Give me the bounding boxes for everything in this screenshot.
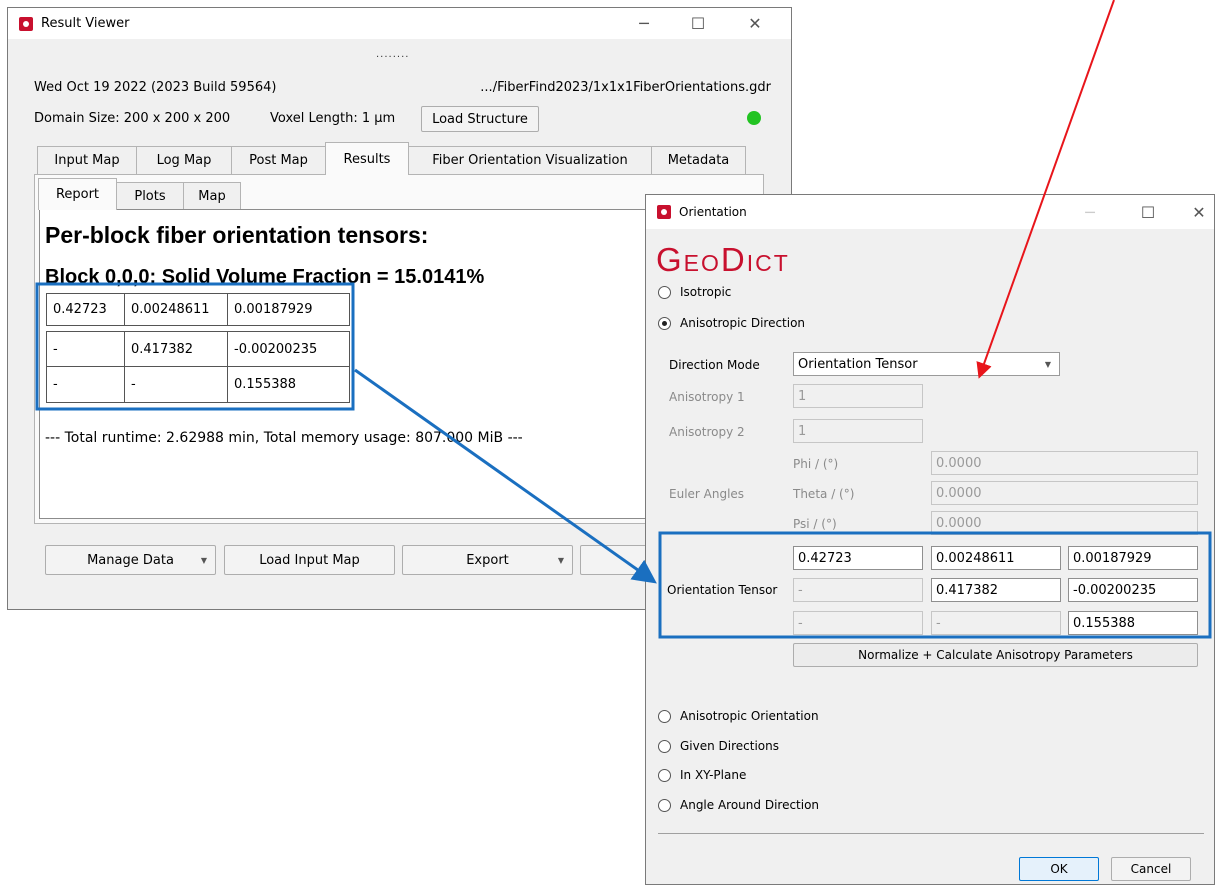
manage-data-button[interactable]: Manage Data ▼ [45,545,216,575]
tensor-cell-2-0: - [46,366,125,403]
tensor-field-2-1[interactable]: - [931,611,1061,635]
report-block-line: Block 0,0,0: Solid Volume Fraction = 15.… [45,266,485,288]
export-button[interactable]: Export ▼ [402,545,573,575]
theta-field[interactable]: 0.0000 [931,481,1198,505]
cancel-button[interactable]: Cancel [1111,857,1191,881]
tensor-cell-1-1: 0.417382 [124,331,228,367]
tensor-field-0-0[interactable]: 0.42723 [793,546,923,570]
direction-mode-value: Orientation Tensor [798,356,918,372]
tab-metadata[interactable]: Metadata [651,146,746,174]
orientation-tensor-label: Orientation Tensor [667,583,778,597]
tab-input-map[interactable]: Input Map [37,146,137,174]
theta-label: Theta / (°) [793,487,855,501]
dialog-title: Orientation [679,205,747,219]
tensor-cell-0-2: 0.00187929 [227,293,350,326]
tensor-field-0-1[interactable]: 0.00248611 [931,546,1061,570]
phi-label: Phi / (°) [793,457,839,471]
tab-log-map[interactable]: Log Map [136,146,232,174]
geodict-app-icon [657,205,671,219]
chevron-down-icon: ▼ [557,555,564,565]
maximize-icon[interactable]: ☐ [675,8,721,39]
minimize-icon[interactable]: ─ [1067,195,1113,229]
chevron-down-icon: ▼ [200,555,207,565]
direction-mode-select[interactable]: Orientation Tensor ▼ [793,352,1060,376]
domain-size-label: Domain Size: 200 x 200 x 200 [34,111,231,126]
radio-circle [658,316,671,330]
radio-isotropic-label: Isotropic [680,285,732,299]
psi-field[interactable]: 0.0000 [931,511,1198,535]
psi-label: Psi / (°) [793,517,837,531]
voxel-length-label: Voxel Length: 1 µm [270,111,396,126]
export-label: Export [466,552,509,568]
load-input-map-button[interactable]: Load Input Map [224,545,395,575]
date-build-label: Wed Oct 19 2022 (2023 Build 59564) [34,80,277,95]
radio-circle [658,285,671,299]
tensor-field-1-2[interactable]: -0.00200235 [1068,578,1198,602]
tab-post-map[interactable]: Post Map [231,146,326,174]
anisotropy1-label: Anisotropy 1 [669,390,745,404]
tensor-cell-1-0: - [46,331,125,367]
radio-anisotropic-direction[interactable]: Anisotropic Direction [658,316,805,330]
normalize-button[interactable]: Normalize + Calculate Anisotropy Paramet… [793,643,1198,667]
maximize-icon[interactable]: ☐ [1125,195,1171,229]
euler-angles-label: Euler Angles [669,487,745,501]
tab-fiber-orientation-visualization[interactable]: Fiber Orientation Visualization [408,146,652,174]
report-heading: Per-block fiber orientation tensors: [45,222,429,248]
radio-anisotropic-orientation[interactable]: Anisotropic Orientation [658,709,819,723]
runtime-summary: --- Total runtime: 2.62988 min, Total me… [45,430,523,446]
tensor-cell-0-1: 0.00248611 [124,293,228,326]
radio-circle [658,768,671,782]
tensor-cell-0-0: 0.42723 [46,293,125,326]
radio-circle [658,798,671,812]
ok-button[interactable]: OK [1019,857,1099,881]
radio-angle-around-direction[interactable]: Angle Around Direction [658,798,819,812]
subtab-plots[interactable]: Plots [116,182,184,210]
tensor-field-1-1[interactable]: 0.417382 [931,578,1061,602]
radio-circle [658,739,671,753]
anisotropy1-field[interactable]: 1 [793,384,923,408]
phi-field[interactable]: 0.0000 [931,451,1198,475]
chevron-down-icon: ▼ [1044,359,1051,369]
geodict-app-icon [19,16,33,31]
anisotropy2-label: Anisotropy 2 [669,425,745,439]
tab-results[interactable]: Results [325,142,409,175]
tensor-field-2-0[interactable]: - [793,611,923,635]
direction-mode-label: Direction Mode [669,358,760,372]
radio-isotropic[interactable]: Isotropic [658,285,731,299]
manage-data-label: Manage Data [87,552,174,568]
radio-in-xy-plane[interactable]: In XY-Plane [658,768,746,782]
radio-anisotropic-orientation-label: Anisotropic Orientation [680,709,819,723]
radio-given-directions[interactable]: Given Directions [658,739,779,753]
minimize-icon[interactable]: ─ [621,8,667,39]
tensor-field-2-2[interactable]: 0.155388 [1068,611,1198,635]
tensor-cell-2-1: - [124,366,228,403]
close-icon[interactable]: ✕ [1176,195,1222,229]
status-indicator [747,111,761,125]
tensor-field-1-0[interactable]: - [793,578,923,602]
radio-given-directions-label: Given Directions [680,739,779,753]
subtab-map[interactable]: Map [183,182,241,210]
load-structure-button[interactable]: Load Structure [421,106,539,132]
result-viewer-titlebar[interactable]: Result Viewer ─ ☐ ✕ [8,8,791,39]
file-path-label: .../FiberFind2023/1x1x1FiberOrientations… [480,80,771,95]
tensor-cell-1-2: -0.00200235 [227,331,350,367]
close-icon[interactable]: ✕ [732,8,778,39]
radio-in-xy-plane-label: In XY-Plane [680,768,747,782]
radio-angle-around-direction-label: Angle Around Direction [680,798,820,812]
radio-circle [658,709,671,723]
geodict-logo: GeoDict [656,241,790,278]
tensor-cell-2-2: 0.155388 [227,366,350,403]
drag-grip[interactable]: ........ [376,50,409,60]
tensor-field-0-2[interactable]: 0.00187929 [1068,546,1198,570]
orientation-titlebar[interactable]: Orientation ─ ☐ ✕ [646,195,1214,229]
radio-anisotropic-direction-label: Anisotropic Direction [680,316,806,330]
orientation-dialog: Orientation ─ ☐ ✕ GeoDict Isotropic Anis… [645,194,1215,885]
subtab-report[interactable]: Report [38,178,117,210]
divider [658,833,1204,834]
anisotropy2-field[interactable]: 1 [793,419,923,443]
window-title: Result Viewer [41,16,130,31]
